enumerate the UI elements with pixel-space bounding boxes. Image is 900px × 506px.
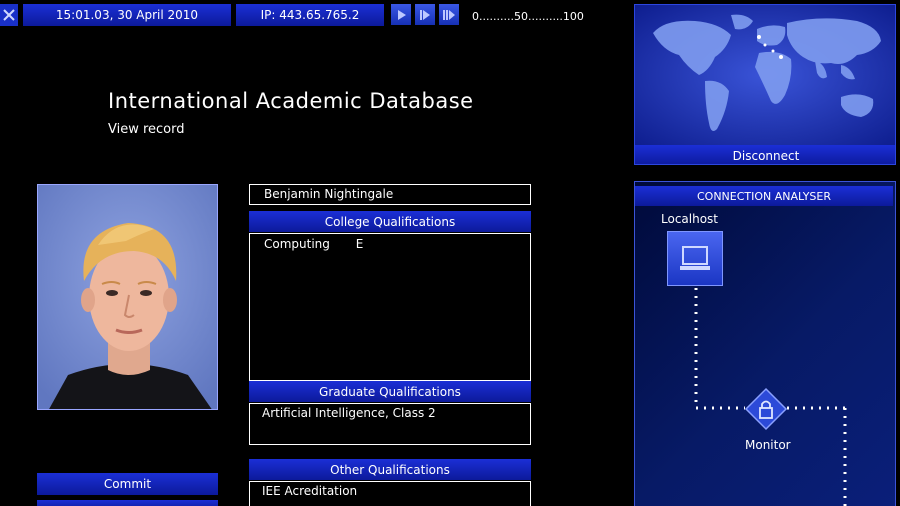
connection-analyser-label: CONNECTION ANALYSER bbox=[696, 189, 831, 203]
ip-display: IP: 443.65.765.2 bbox=[236, 4, 384, 26]
fast-speed-button[interactable] bbox=[415, 4, 435, 25]
world-map-panel[interactable]: Disconnect bbox=[634, 4, 896, 165]
graduate-header-label: Graduate Qualifications bbox=[319, 384, 461, 399]
close-button[interactable] bbox=[0, 4, 18, 26]
play-icon bbox=[398, 9, 406, 20]
datetime-display: 15:01.03, 30 April 2010 bbox=[23, 4, 231, 26]
lock-icon bbox=[744, 387, 788, 431]
fastest-forward-icon bbox=[443, 9, 455, 20]
connection-analyser-title: CONNECTION ANALYSER bbox=[635, 186, 893, 206]
college-subject: Computing bbox=[264, 237, 330, 251]
play-speed-button[interactable] bbox=[391, 4, 411, 25]
list-item[interactable]: IEE Acreditation bbox=[262, 484, 357, 498]
disconnect-label: Disconnect bbox=[732, 148, 800, 163]
close-icon bbox=[3, 9, 15, 21]
monitor-node[interactable] bbox=[744, 387, 788, 431]
secondary-button[interactable] bbox=[37, 500, 218, 506]
speed-scale[interactable]: 0..........50..........100 bbox=[472, 10, 584, 23]
graduate-qualifications-header: Graduate Qualifications bbox=[249, 381, 531, 402]
fastest-speed-button[interactable] bbox=[439, 4, 459, 25]
localhost-label: Localhost bbox=[661, 212, 719, 226]
college-qualifications-list[interactable]: Computing E bbox=[249, 233, 531, 381]
world-map[interactable] bbox=[635, 5, 896, 145]
localhost-node[interactable] bbox=[667, 231, 723, 286]
monitor-label: Monitor bbox=[745, 438, 791, 452]
name-field[interactable]: Benjamin Nightingale bbox=[249, 184, 531, 205]
name-value: Benjamin Nightingale bbox=[264, 187, 394, 201]
commit-button[interactable]: Commit bbox=[37, 473, 218, 495]
page-title: International Academic Database bbox=[108, 89, 474, 113]
ip-text: IP: 443.65.765.2 bbox=[260, 8, 360, 22]
college-qualifications-header: College Qualifications bbox=[249, 211, 531, 232]
disconnect-button[interactable]: Disconnect bbox=[635, 145, 895, 164]
other-qualifications-list[interactable]: IEE Acreditation bbox=[249, 481, 531, 506]
other-header-label: Other Qualifications bbox=[330, 462, 450, 477]
list-item[interactable]: Computing E bbox=[264, 237, 363, 251]
graduate-qualifications-list[interactable]: Artificial Intelligence, Class 2 bbox=[249, 403, 531, 445]
profile-photo bbox=[37, 184, 218, 410]
college-grade: E bbox=[355, 237, 364, 251]
other-qualifications-header: Other Qualifications bbox=[249, 459, 531, 480]
portrait-image bbox=[38, 185, 217, 409]
computer-icon bbox=[680, 245, 710, 270]
fast-forward-icon bbox=[420, 9, 430, 20]
datetime-text: 15:01.03, 30 April 2010 bbox=[55, 8, 199, 22]
commit-label: Commit bbox=[103, 477, 152, 491]
page-subtitle: View record bbox=[108, 122, 185, 137]
connection-analyser-panel: CONNECTION ANALYSER Localhost Monitor bbox=[634, 181, 896, 506]
college-header-label: College Qualifications bbox=[324, 214, 456, 229]
list-item[interactable]: Artificial Intelligence, Class 2 bbox=[262, 406, 436, 420]
